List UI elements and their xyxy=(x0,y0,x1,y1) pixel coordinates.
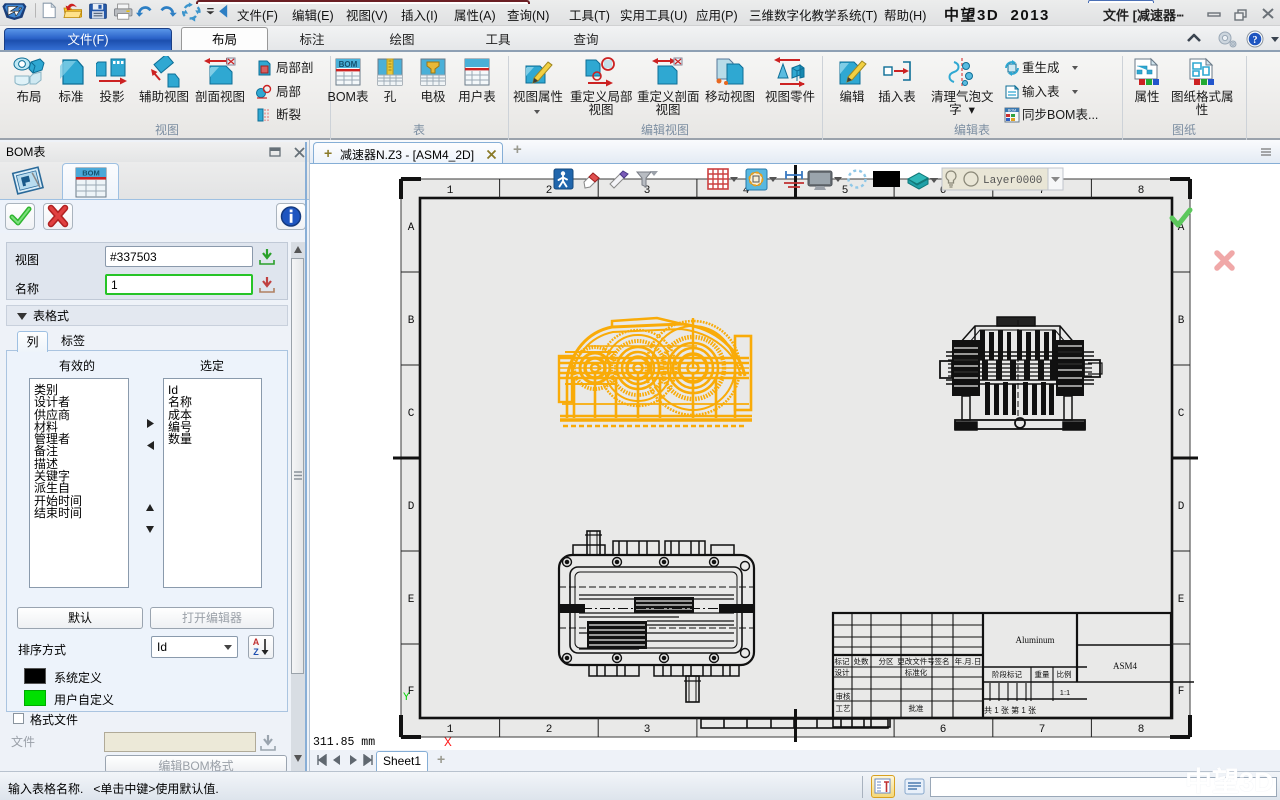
svg-text:6: 6 xyxy=(940,724,947,736)
svg-text:8: 8 xyxy=(1138,724,1145,736)
svg-text:F: F xyxy=(1178,686,1185,698)
svg-text:比例: 比例 xyxy=(1057,669,1072,679)
svg-text:BOM: BOM xyxy=(1008,109,1016,113)
svg-text:B: B xyxy=(1178,315,1185,327)
svg-text:Z: Z xyxy=(253,647,259,657)
svg-text:3: 3 xyxy=(644,724,651,736)
svg-text:处数: 处数 xyxy=(854,656,869,666)
svg-text:签名: 签名 xyxy=(935,656,950,666)
svg-text:ASM4: ASM4 xyxy=(1113,661,1138,671)
svg-text:标记: 标记 xyxy=(835,656,850,666)
svg-text:B: B xyxy=(408,315,415,327)
svg-text:工艺: 工艺 xyxy=(836,704,851,713)
svg-text:D: D xyxy=(408,501,415,513)
svg-text:年.月.日: 年.月.日 xyxy=(955,656,982,666)
svg-text:E: E xyxy=(1178,594,1185,606)
svg-text:BOM: BOM xyxy=(339,60,358,69)
svg-text:1:1: 1:1 xyxy=(1060,688,1070,697)
svg-text:设计: 设计 xyxy=(835,667,850,677)
svg-text:分区: 分区 xyxy=(879,657,894,666)
svg-text:2: 2 xyxy=(546,724,553,736)
svg-text:E: E xyxy=(408,594,415,606)
svg-text:Y: Y xyxy=(403,692,410,704)
svg-text:8: 8 xyxy=(1138,185,1145,197)
svg-text:C: C xyxy=(408,408,415,420)
svg-text:重量: 重量 xyxy=(1035,670,1051,679)
svg-text:A: A xyxy=(408,222,415,234)
svg-text:A: A xyxy=(253,637,260,647)
svg-text:更改文件号: 更改文件号 xyxy=(897,656,935,666)
svg-text:1: 1 xyxy=(447,185,454,197)
svg-text:D: D xyxy=(1178,501,1185,513)
svg-text:阶段标记: 阶段标记 xyxy=(992,669,1022,679)
svg-text:C: C xyxy=(1178,408,1185,420)
svg-text:批准: 批准 xyxy=(909,703,924,713)
svg-text:BOM: BOM xyxy=(82,169,100,178)
svg-text:Layer0000: Layer0000 xyxy=(983,175,1042,187)
svg-text:Aluminum: Aluminum xyxy=(1015,635,1054,645)
svg-text:7: 7 xyxy=(1039,724,1046,736)
svg-text:共 1 张 第 1 张: 共 1 张 第 1 张 xyxy=(984,705,1036,715)
svg-text:X: X xyxy=(444,735,452,750)
svg-text:?: ? xyxy=(1253,35,1258,46)
svg-text:标准化: 标准化 xyxy=(905,667,928,677)
svg-text:审核: 审核 xyxy=(836,691,851,701)
